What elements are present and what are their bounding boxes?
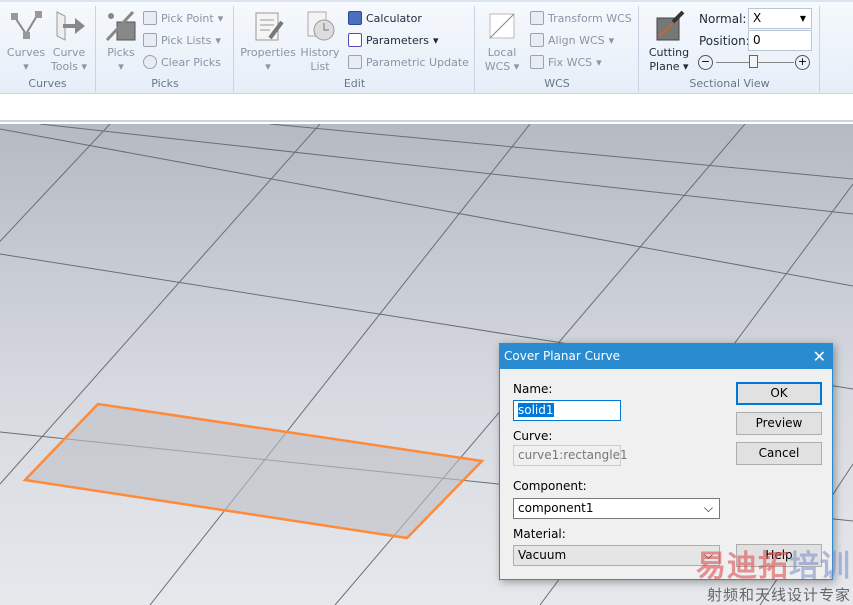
preview-button[interactable]: Preview <box>736 412 822 435</box>
fix-wcs-icon <box>530 55 544 69</box>
component-label: Component: <box>513 479 587 493</box>
help-button[interactable]: Help <box>736 544 822 567</box>
history-label-2: List <box>310 60 330 73</box>
history-clock-icon <box>304 10 336 42</box>
calculator-icon <box>348 11 362 25</box>
clear-picks-button[interactable]: Clear Picks <box>143 53 221 71</box>
component-value: component1 <box>518 501 594 515</box>
history-label: History <box>300 46 340 59</box>
curve-label: Curve: <box>513 429 553 443</box>
properties-icon <box>252 10 284 42</box>
picks-button[interactable]: Picks ▾ <box>101 10 141 74</box>
clear-picks-label: Clear Picks <box>161 55 221 69</box>
group-label-curves: Curves <box>28 77 67 90</box>
group-label-edit: Edit <box>343 77 366 90</box>
fix-wcs-button[interactable]: Fix WCS ▾ <box>530 53 602 71</box>
picks-icon <box>105 10 137 42</box>
normal-value: X <box>753 11 762 25</box>
curves-label: Curves <box>6 46 46 59</box>
pick-point-icon <box>143 11 157 25</box>
zoom-in-icon[interactable]: + <box>795 55 810 70</box>
curves-icon <box>10 10 42 42</box>
properties-button[interactable]: Properties ▾ <box>239 10 297 74</box>
name-label: Name: <box>513 382 553 396</box>
toolbar-strip <box>0 95 853 122</box>
group-curves: Curves ▾ Curve Tools ▾ Curves <box>0 6 96 92</box>
ok-button[interactable]: OK <box>736 382 822 405</box>
align-wcs-icon <box>530 33 544 47</box>
chevron-down-icon: ⌵ <box>703 548 713 562</box>
transform-wcs-label: Transform WCS <box>548 11 632 25</box>
pick-lists-label: Pick Lists <box>161 33 212 47</box>
chevron-down-icon: ⌵ <box>703 501 713 515</box>
position-input[interactable]: 0 <box>748 30 812 51</box>
selected-rectangle <box>22 402 485 540</box>
material-select[interactable]: Vacuum ⌵ <box>513 545 720 566</box>
parameters-icon <box>348 33 362 47</box>
transform-wcs-button[interactable]: Transform WCS <box>530 9 632 27</box>
local-wcs-icon <box>486 10 518 42</box>
material-value: Vacuum <box>518 548 567 562</box>
curve-tools-label-2: Tools <box>50 60 79 73</box>
local-wcs-label-2: WCS <box>484 60 511 73</box>
zoom-out-icon[interactable]: − <box>698 55 713 70</box>
ribbon: Curves ▾ Curve Tools ▾ Curves Picks ▾ Pick … <box>0 0 853 94</box>
clear-picks-icon <box>143 55 157 69</box>
dialog-titlebar: Cover Planar Curve ✕ <box>500 344 832 369</box>
curves-button[interactable]: Curves ▾ <box>6 10 46 74</box>
curve-tools-icon <box>53 10 85 42</box>
component-select[interactable]: component1 ⌵ <box>513 498 720 519</box>
close-icon[interactable]: ✕ <box>813 344 826 369</box>
curve-input: curve1:rectangle1 <box>513 445 628 466</box>
pick-point-label: Pick Point <box>161 11 214 25</box>
picks-label: Picks <box>107 46 135 59</box>
slider-thumb[interactable] <box>749 55 758 68</box>
history-list-button[interactable]: History List <box>299 10 341 74</box>
position-label: Position: <box>699 34 750 48</box>
parametric-update-icon <box>348 55 362 69</box>
local-wcs-label: Local <box>487 46 517 59</box>
group-label-wcs: WCS <box>544 77 570 90</box>
calculator-button[interactable]: Calculator <box>348 9 422 27</box>
group-picks: Picks ▾ Pick Point ▾ Pick Lists ▾ Clear Pi… <box>97 6 234 92</box>
properties-label: Properties <box>240 46 296 59</box>
pick-lists-icon <box>143 33 157 47</box>
local-wcs-button[interactable]: Local WCS ▾ <box>482 10 522 74</box>
transform-wcs-icon <box>530 11 544 25</box>
group-label-sectional-view: Sectional View <box>689 77 770 90</box>
pick-point-button[interactable]: Pick Point ▾ <box>143 9 223 27</box>
cover-planar-curve-dialog: Cover Planar Curve ✕ Name: solid1 Curve: … <box>499 343 833 580</box>
pick-lists-button[interactable]: Pick Lists ▾ <box>143 31 221 49</box>
cutting-plane-icon <box>653 10 685 42</box>
calculator-label: Calculator <box>366 11 422 25</box>
align-wcs-label: Align WCS <box>548 33 605 47</box>
normal-select[interactable]: X ▼ <box>748 8 812 29</box>
group-wcs: Local WCS ▾ Transform WCS Align WCS ▾ Fix… <box>476 6 639 92</box>
group-edit: Properties ▾ History List Calculator Param… <box>235 6 475 92</box>
parameters-button[interactable]: Parameters ▾ <box>348 31 439 49</box>
parametric-update-button[interactable]: Parametric Update <box>348 53 469 71</box>
material-label: Material: <box>513 527 566 541</box>
cutting-plane-label-2: Plane <box>649 60 680 73</box>
group-label-picks: Picks <box>151 77 179 90</box>
name-input[interactable]: solid1 <box>513 400 621 421</box>
parameters-label: Parameters <box>366 33 429 47</box>
group-sectional-view: Cutting Plane ▾ Normal: X ▼ Position: 0 − … <box>640 6 820 92</box>
curve-tools-button[interactable]: Curve Tools ▾ <box>50 10 88 74</box>
fix-wcs-label: Fix WCS <box>548 55 593 69</box>
dialog-title: Cover Planar Curve <box>504 349 620 363</box>
normal-label: Normal: <box>699 12 747 26</box>
align-wcs-button[interactable]: Align WCS ▾ <box>530 31 614 49</box>
cutting-plane-button[interactable]: Cutting Plane ▾ <box>646 10 692 74</box>
cancel-button[interactable]: Cancel <box>736 442 822 465</box>
name-value: solid1 <box>518 403 554 417</box>
curve-tools-label: Curve <box>52 46 86 59</box>
parametric-update-label: Parametric Update <box>366 55 469 69</box>
cutting-plane-label: Cutting <box>648 46 690 59</box>
